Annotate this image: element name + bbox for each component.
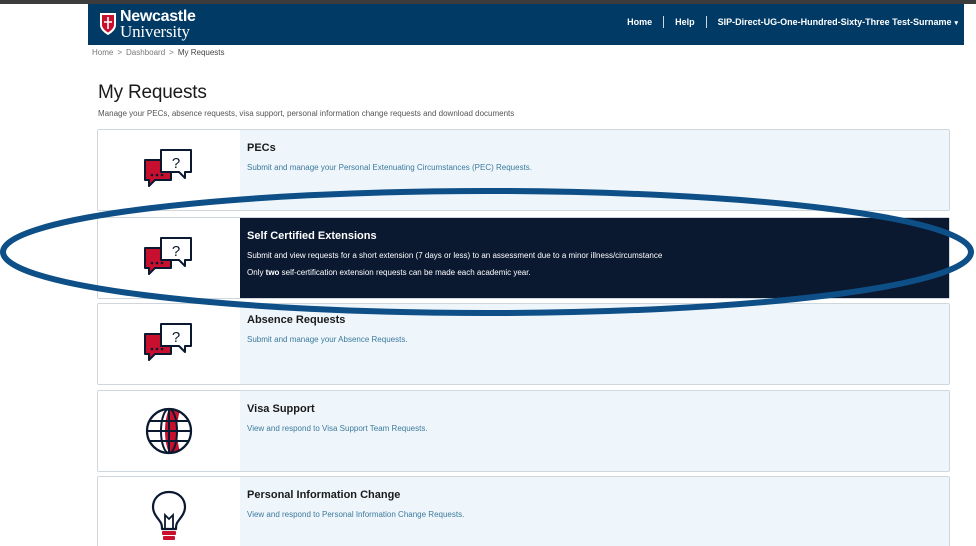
university-logo[interactable]: Newcastle University (99, 7, 196, 41)
card-text-area: Personal Information Change View and res… (240, 477, 949, 546)
note-emphasis: two (265, 268, 280, 277)
card-icon-area (98, 477, 240, 546)
nav-divider (705, 16, 707, 28)
card-text-area: PECs Submit and manage your Personal Ext… (240, 130, 949, 210)
card-absence-requests[interactable]: ? Absence Requests Submit and manage you… (97, 303, 950, 385)
card-self-certified-extensions[interactable]: ? Self Certified Extensions Submit and v… (97, 217, 950, 299)
note-text: Only (247, 268, 266, 277)
top-navbar: Newcastle University Home Help SIP-Direc… (88, 4, 964, 45)
breadcrumb-dashboard-link[interactable]: Dashboard (126, 48, 165, 57)
card-description: Submit and view requests for a short ext… (247, 251, 663, 260)
svg-text:?: ? (172, 243, 180, 260)
nav-divider (663, 16, 665, 28)
card-text-area: Visa Support View and respond to Visa Su… (240, 391, 949, 471)
breadcrumb: Home > Dashboard > My Requests (92, 48, 225, 57)
card-personal-information-change[interactable]: Personal Information Change View and res… (97, 476, 950, 546)
speech-bubbles-question-icon: ? (144, 237, 192, 275)
nav-help-link[interactable]: Help (675, 17, 695, 27)
breadcrumb-current: My Requests (177, 48, 225, 57)
card-title[interactable]: Self Certified Extensions (247, 230, 942, 242)
breadcrumb-home-link[interactable]: Home (92, 48, 113, 57)
globe-icon (145, 407, 193, 455)
card-title[interactable]: Personal Information Change (247, 489, 942, 501)
speech-bubbles-question-icon: ? (144, 323, 192, 361)
svg-text:?: ? (172, 155, 180, 172)
card-text-area: Self Certified Extensions Submit and vie… (240, 218, 949, 298)
app-window: Newcastle University Home Help SIP-Direc… (88, 4, 964, 546)
logo-line-2: University (120, 22, 190, 41)
card-visa-support[interactable]: Visa Support View and respond to Visa Su… (97, 390, 950, 472)
breadcrumb-separator: > (169, 48, 174, 57)
card-title[interactable]: PECs (247, 142, 942, 154)
card-icon-area: ? (98, 304, 240, 384)
card-description: View and respond to Visa Support Team Re… (247, 424, 428, 433)
card-title[interactable]: Absence Requests (247, 314, 942, 326)
card-description: Submit and manage your Personal Extenuat… (247, 163, 533, 172)
nav-links: Home Help SIP-Direct-UG-One-Hundred-Sixt… (627, 16, 958, 28)
crest-icon (100, 13, 116, 35)
svg-text:?: ? (172, 329, 180, 346)
note-text: self-certification extension requests ca… (279, 268, 531, 277)
nav-home-link[interactable]: Home (627, 17, 652, 27)
card-title[interactable]: Visa Support (247, 403, 942, 415)
card-icon-area: ? (98, 130, 240, 210)
card-description: View and respond to Personal Information… (247, 510, 465, 519)
card-icon-area (98, 391, 240, 471)
card-note: Only two self-certification extension re… (247, 268, 942, 277)
speech-bubbles-question-icon: ? (144, 149, 192, 187)
card-text-area: Absence Requests Submit and manage your … (240, 304, 949, 384)
card-icon-area: ? (98, 218, 240, 298)
page-subtitle: Manage your PECs, absence requests, visa… (98, 109, 515, 118)
card-pecs[interactable]: ? PECs Submit and manage your Personal E… (97, 129, 950, 211)
chevron-down-icon: ▾ (954, 20, 958, 27)
card-description: Submit and manage your Absence Requests. (247, 335, 408, 344)
page-title: My Requests (98, 82, 207, 103)
lightbulb-icon (151, 490, 187, 540)
user-name: SIP-Direct-UG-One-Hundred-Sixty-Three Te… (717, 17, 952, 27)
breadcrumb-separator: > (117, 48, 123, 57)
user-menu[interactable]: SIP-Direct-UG-One-Hundred-Sixty-Three Te… (718, 17, 958, 27)
